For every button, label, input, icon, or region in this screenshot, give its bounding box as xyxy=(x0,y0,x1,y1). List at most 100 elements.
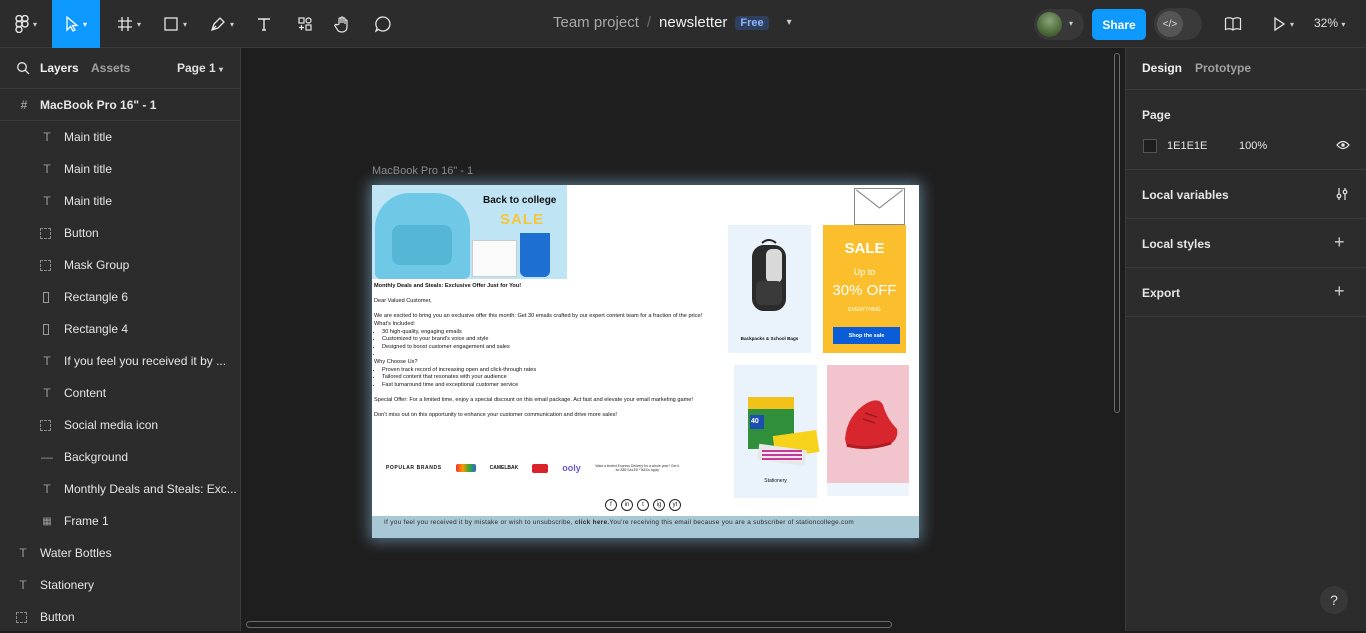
layer-item[interactable]: T Monthly Deals and Steals: Exc... xyxy=(0,473,240,505)
zoom-dropdown[interactable]: 32% ▾ xyxy=(1314,16,1345,30)
tab-design[interactable]: Design xyxy=(1142,61,1182,75)
section-title: Local variables xyxy=(1142,188,1229,202)
chevron-down-icon: ▾ xyxy=(1341,20,1346,29)
chevron-down-icon[interactable]: ▾ xyxy=(787,17,792,28)
frame-tool-button[interactable]: ▾ xyxy=(112,0,146,48)
backpack-caption: Backpacks & School Bags xyxy=(740,336,799,341)
resources-button[interactable] xyxy=(292,0,318,48)
text-tool-button[interactable] xyxy=(252,0,276,48)
tab-assets[interactable]: Assets xyxy=(91,61,130,75)
layer-frame-macbook[interactable]: # MacBook Pro 16" - 1 xyxy=(0,89,240,121)
closing-text: Don't miss out on this opportunity to en… xyxy=(374,412,617,419)
section-title: Local styles xyxy=(1142,237,1211,251)
layer-item[interactable]: T Content xyxy=(0,377,240,409)
pen-tool-button[interactable]: ▾ xyxy=(204,0,240,48)
hand-tool-button[interactable] xyxy=(330,0,356,48)
newsletter-artboard[interactable]: Back to college SALE Monthly Deals and S… xyxy=(372,185,919,538)
file-name[interactable]: newsletter xyxy=(659,14,727,31)
comment-tool-button[interactable] xyxy=(370,0,396,48)
search-icon[interactable] xyxy=(16,61,30,75)
sliders-icon[interactable] xyxy=(1335,187,1349,201)
page-opacity-value[interactable]: 100% xyxy=(1239,140,1267,152)
main-menu-button[interactable]: ▾ xyxy=(8,0,44,48)
brand-logo-smiggle xyxy=(455,464,476,472)
hero-banner[interactable]: Back to college SALE xyxy=(372,185,567,279)
shape-tool-button[interactable]: ▾ xyxy=(158,0,192,48)
list-item: Customized to your brand's voice and sty… xyxy=(382,336,719,344)
frame-label[interactable]: MacBook Pro 16" - 1 xyxy=(372,165,473,177)
chevron-down-icon[interactable]: ▾ xyxy=(1069,19,1073,28)
layer-item[interactable]: Button xyxy=(0,601,240,633)
library-button[interactable] xyxy=(1221,0,1245,48)
layer-item[interactable]: T If you feel you received it by ... xyxy=(0,345,240,377)
sale-everything: EVERYTHING xyxy=(848,307,881,313)
page-selector[interactable]: Page 1 ▾ xyxy=(177,61,223,75)
page-color-value[interactable]: 1E1E1E xyxy=(1167,140,1207,152)
layer-label: Stationery xyxy=(40,578,95,592)
canvas[interactable]: MacBook Pro 16" - 1 Back to college SALE… xyxy=(241,48,1125,631)
present-button[interactable]: ▾ xyxy=(1266,0,1300,48)
local-variables-section[interactable]: Local variables xyxy=(1126,170,1366,219)
eye-icon[interactable] xyxy=(1336,140,1350,150)
brand-logo-ooly: ooly xyxy=(562,463,581,473)
envelope-icon xyxy=(854,188,905,225)
help-button[interactable]: ? xyxy=(1320,586,1348,614)
avatar[interactable] xyxy=(1037,12,1062,37)
layer-item[interactable]: Mask Group xyxy=(0,249,240,281)
linkedin-icon[interactable]: in xyxy=(621,499,633,511)
group-icon xyxy=(16,611,27,623)
hand-icon xyxy=(334,16,348,33)
layer-item[interactable]: T Main title xyxy=(0,153,240,185)
layer-item[interactable]: Social media icon xyxy=(0,409,240,441)
horizontal-scrollbar[interactable] xyxy=(246,621,892,628)
stationery-card[interactable]: 40 Stationery xyxy=(734,365,820,498)
page-color-swatch[interactable] xyxy=(1143,139,1157,153)
youtube-icon[interactable]: yt xyxy=(669,499,681,511)
vertical-scrollbar[interactable] xyxy=(1114,53,1120,413)
list-item xyxy=(382,351,719,359)
unsubscribe-link[interactable]: click here. xyxy=(575,519,610,526)
facebook-icon[interactable]: f xyxy=(605,499,617,511)
plus-icon[interactable]: + xyxy=(1334,233,1345,251)
page-section: Page 1E1E1E 100% xyxy=(1126,89,1366,170)
layer-item[interactable]: T Water Bottles xyxy=(0,537,240,569)
layer-item[interactable]: — Background xyxy=(0,441,240,473)
dev-mode-toggle[interactable]: </> xyxy=(1154,8,1202,40)
sale-card[interactable]: SALE Up to 30% OFF EVERYTHING Shop the s… xyxy=(823,225,906,353)
layer-item[interactable]: T Main title xyxy=(0,185,240,217)
export-section[interactable]: Export + xyxy=(1126,268,1366,317)
twitter-icon[interactable]: t xyxy=(637,499,649,511)
local-styles-section[interactable]: Local styles + xyxy=(1126,219,1366,268)
layer-item[interactable]: ▦ Frame 1 xyxy=(0,505,240,537)
text-icon: T xyxy=(43,162,51,176)
notebook-image xyxy=(472,240,517,277)
sneaker-image xyxy=(845,400,898,450)
list-item: 30 high-quality, engaging emails xyxy=(382,329,719,337)
email-content[interactable]: Monthly Deals and Steals: Exclusive Offe… xyxy=(374,283,719,420)
text-icon xyxy=(258,18,270,31)
tab-layers[interactable]: Layers xyxy=(40,61,79,75)
shop-sale-button[interactable]: Shop the sale xyxy=(833,327,900,344)
layer-item[interactable]: Button xyxy=(0,217,240,249)
instagram-icon[interactable]: ig xyxy=(653,499,665,511)
backpack-pocket xyxy=(392,225,452,265)
footer-text-after: You're receiving this email because you … xyxy=(609,519,855,526)
plus-icon[interactable]: + xyxy=(1334,282,1345,300)
rectangle-icon xyxy=(164,17,178,31)
layer-item[interactable]: T Main title xyxy=(0,121,240,153)
footer-text-before: If you feel you received it by mistake o… xyxy=(384,519,575,526)
layer-label: Frame 1 xyxy=(64,514,109,528)
move-tool-button[interactable]: ▾ xyxy=(52,0,100,48)
book-icon xyxy=(1224,17,1242,31)
list-item: Proven track record of increasing open a… xyxy=(382,367,719,375)
tab-prototype[interactable]: Prototype xyxy=(1195,61,1251,75)
layer-label: Button xyxy=(64,226,99,240)
shoe-card[interactable] xyxy=(827,365,909,496)
share-button[interactable]: Share xyxy=(1092,9,1146,40)
layer-item[interactable]: Rectangle 4 xyxy=(0,313,240,345)
backpack-card[interactable]: Backpacks & School Bags xyxy=(728,225,811,353)
layer-item[interactable]: Rectangle 6 xyxy=(0,281,240,313)
layer-item[interactable]: T Stationery xyxy=(0,569,240,601)
project-name[interactable]: Team project xyxy=(553,14,639,31)
layers-panel: Layers Assets Page 1 ▾ # MacBook Pro 16"… xyxy=(0,48,241,631)
